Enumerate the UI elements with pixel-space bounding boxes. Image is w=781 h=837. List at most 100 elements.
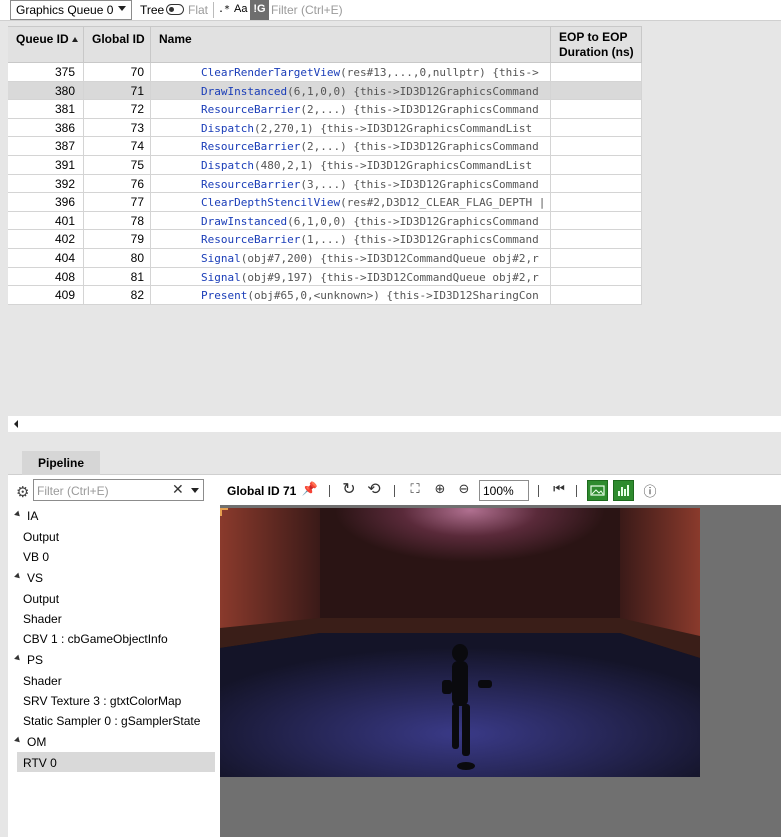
stage-header-vs[interactable]: VS	[8, 567, 220, 587]
eop-duration-cell	[551, 249, 642, 267]
match-case-button[interactable]: Aa	[234, 3, 247, 15]
stage-item[interactable]: Output	[17, 588, 215, 608]
table-row[interactable]: 402 79 ResourceBarrier(1,...) {this->ID3D1…	[8, 230, 642, 249]
table-row[interactable]: 396 77 ClearDepthStencilView(res#2,D3D12_C…	[8, 193, 642, 212]
column-header-label: Queue ID	[16, 32, 69, 46]
global-id-cell: 70	[84, 63, 151, 81]
table-row[interactable]: 380 71 DrawInstanced(6,1,0,0) {this->ID3D1…	[8, 81, 642, 101]
column-header-eop-duration[interactable]: EOP to EOP Duration (ns)	[551, 27, 642, 63]
tree-flat-toggle[interactable]	[166, 4, 184, 15]
queue-id-cell: 375	[8, 63, 84, 81]
name-cell: Signal(obj#9,197) {this->ID3D12CommandQu…	[151, 267, 551, 286]
name-cell: Present(obj#65,0,<unknown>) {this->ID3D1…	[151, 286, 551, 305]
api-arguments: (2,270,1) {this->ID3D12GraphicsCommandLi…	[253, 121, 533, 135]
horizontal-scrollbar[interactable]	[8, 416, 781, 432]
histogram-icon[interactable]	[613, 480, 634, 501]
table-row[interactable]: 386 73 Dispatch(2,270,1) {this->ID3D12Grap…	[8, 118, 642, 138]
pin-icon[interactable]: 📌	[300, 481, 320, 501]
column-header-global-id[interactable]: Global ID	[84, 27, 151, 63]
name-cell: ResourceBarrier(3,...) {this->ID3D12Grap…	[151, 174, 551, 193]
table-row[interactable]: 387 74 ResourceBarrier(2,...) {this->ID3D1…	[8, 137, 642, 156]
name-cell: ResourceBarrier(2,...) {this->ID3D12Grap…	[151, 137, 551, 156]
global-id-cell: 77	[84, 193, 151, 212]
first-frame-icon[interactable]: ⏮	[549, 481, 569, 501]
event-filter-input[interactable]: Filter (Ctrl+E)	[271, 3, 343, 17]
api-arguments: (2,...) {this->ID3D12GraphicsCommand	[300, 140, 539, 154]
tab-pipeline[interactable]: Pipeline	[22, 451, 100, 475]
stage-item[interactable]: Shader	[17, 670, 215, 690]
table-row[interactable]: 404 80 Signal(obj#7,200) {this->ID3D12Comm…	[8, 249, 642, 268]
global-id-cell: 71	[84, 81, 151, 100]
api-function-name: Dispatch	[201, 121, 254, 135]
queue-id-cell: 409	[8, 286, 84, 305]
reset-icon[interactable]: ↻	[339, 479, 359, 499]
gear-icon[interactable]: ⚙	[16, 483, 29, 501]
eop-duration-cell	[551, 100, 642, 119]
stage-item[interactable]: VB 0	[17, 546, 215, 566]
render-target-preview[interactable]	[220, 508, 700, 777]
scroll-left-icon[interactable]	[14, 420, 18, 428]
stage-item[interactable]: Static Sampler 0 : gSamplerState	[17, 710, 215, 730]
name-cell: DrawInstanced(6,1,0,0) {this->ID3D12Grap…	[151, 211, 551, 230]
toolbar-divider	[329, 485, 330, 497]
api-arguments: (3,...) {this->ID3D12GraphicsCommand	[300, 177, 539, 191]
global-id-cell: 76	[84, 174, 151, 193]
history-icon[interactable]: ⟲	[364, 479, 384, 499]
clear-icon[interactable]: ✕	[172, 481, 184, 498]
info-icon[interactable]: ⓘ	[640, 481, 660, 501]
stage-item[interactable]: SRV Texture 3 : gtxtColorMap	[17, 690, 215, 710]
global-id-cell: 78	[84, 211, 151, 230]
expand-triangle-icon[interactable]	[14, 654, 22, 663]
global-id-cell: 72	[84, 100, 151, 119]
stage-item[interactable]: Shader	[17, 608, 215, 628]
eop-duration-cell	[551, 174, 642, 193]
expand-triangle-icon[interactable]	[14, 736, 22, 745]
table-row[interactable]: 381 72 ResourceBarrier(2,...) {this->ID3D1…	[8, 100, 642, 119]
api-function-name: ResourceBarrier	[201, 233, 301, 247]
chevron-down-icon[interactable]	[191, 488, 199, 493]
column-header-queue-id[interactable]: Queue ID	[8, 27, 84, 63]
back-wall	[320, 508, 620, 623]
eop-duration-cell	[551, 63, 642, 81]
queue-select-value: Graphics Queue 0	[16, 3, 114, 17]
regex-toggle-button[interactable]: .*	[216, 2, 232, 18]
stage-filter-input[interactable]: Filter (Ctrl+E) ✕	[33, 479, 204, 501]
api-function-name: Dispatch	[201, 159, 254, 172]
expand-triangle-icon[interactable]	[14, 572, 22, 581]
table-row[interactable]: 375 70 ClearRenderTargetView(res#13,...,0,…	[8, 63, 642, 82]
invert-filter-button[interactable]: !G	[250, 0, 269, 20]
stage-header-ia[interactable]: IA	[8, 505, 220, 525]
toolbar-divider	[394, 485, 395, 497]
table-row[interactable]: 408 81 Signal(obj#9,197) {this->ID3D12Comm…	[8, 267, 642, 287]
api-function-name: ResourceBarrier	[201, 177, 301, 191]
table-row[interactable]: 392 76 ResourceBarrier(3,...) {this->ID3D1…	[8, 174, 642, 194]
queue-select[interactable]: Graphics Queue 0	[10, 0, 132, 20]
table-row[interactable]: 391 75 Dispatch(480,2,1) {this->ID3D12Grap…	[8, 156, 642, 175]
stage-item[interactable]: Output	[17, 526, 215, 546]
stage-header-ps[interactable]: PS	[8, 649, 220, 669]
table-row[interactable]: 401 78 DrawInstanced(6,1,0,0) {this->ID3D1…	[8, 211, 642, 231]
expand-triangle-icon[interactable]	[14, 510, 22, 519]
zoom-level-input[interactable]: 100%	[479, 480, 529, 501]
pipeline-tab-strip	[8, 448, 781, 475]
stage-header-om[interactable]: OM	[8, 731, 220, 751]
zoom-out-icon[interactable]: ⊖	[454, 481, 474, 501]
zoom-in-icon[interactable]: ⊕	[430, 481, 450, 501]
column-header-name[interactable]: Name	[151, 27, 551, 63]
stage-item[interactable]: CBV 1 : cbGameObjectInfo	[17, 628, 215, 648]
queue-id-cell: 381	[8, 100, 84, 119]
image-view-icon[interactable]	[587, 480, 608, 501]
queue-id-cell: 392	[8, 174, 84, 193]
stage-name: IA	[27, 509, 39, 523]
global-id-cell: 74	[84, 137, 151, 156]
api-function-name: Present	[201, 289, 248, 303]
fit-icon[interactable]: ⛶	[405, 481, 425, 501]
eop-duration-cell	[551, 230, 642, 249]
stage-item[interactable]: RTV 0	[17, 752, 215, 772]
name-cell: Dispatch(2,270,1) {this->ID3D12GraphicsC…	[151, 118, 551, 137]
toolbar-divider	[213, 2, 214, 18]
table-row[interactable]: 409 82 Present(obj#65,0,<unknown>) {this->…	[8, 286, 642, 305]
api-arguments: (obj#7,200) {this->ID3D12CommandQueue ob…	[240, 252, 539, 265]
table-header: Queue ID Global ID Name EOP to EOP Durat…	[8, 26, 642, 63]
sort-ascending-icon	[71, 37, 78, 42]
